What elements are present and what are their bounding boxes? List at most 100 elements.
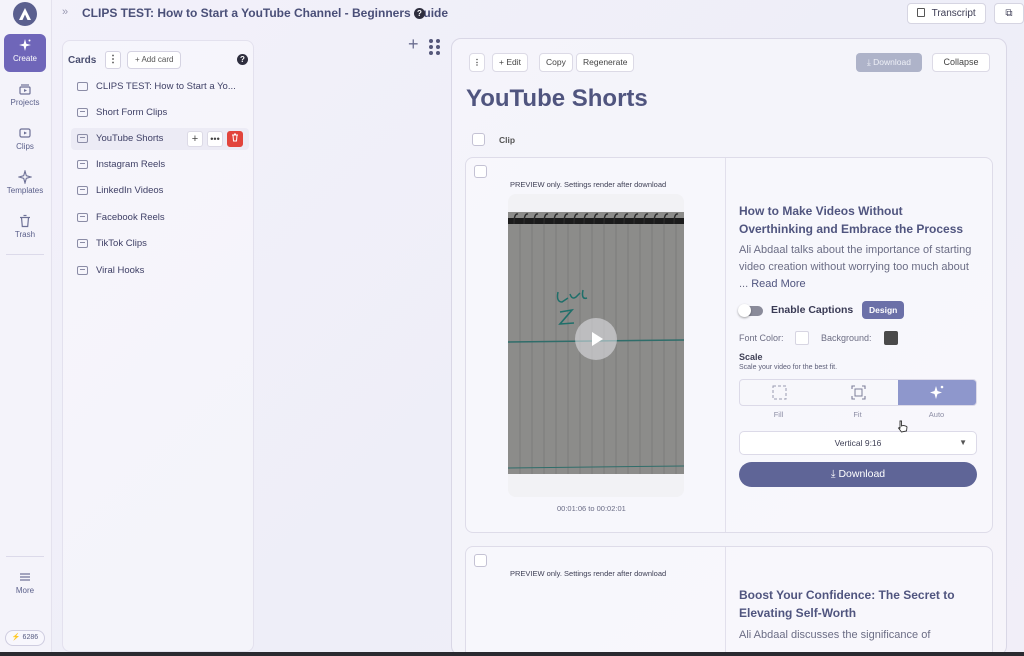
card-item[interactable]: CLIPS TEST: How to Start a Yo... [71, 76, 249, 98]
rail-projects-label: Projects [10, 98, 40, 107]
collapse-button[interactable]: Collapse [932, 53, 990, 72]
chevron-down-icon: ▼ [959, 438, 967, 447]
scale-auto-caption: Auto [928, 410, 945, 419]
app-logo-icon[interactable] [13, 2, 37, 26]
card-icon [77, 186, 88, 195]
card-icon [77, 134, 88, 143]
delete-card-button[interactable] [227, 131, 243, 147]
video-preview[interactable] [508, 194, 684, 497]
clip-checkbox[interactable] [474, 165, 487, 178]
left-rail: Create Projects Clips Templates Trash Mo… [0, 0, 52, 656]
clip-checkbox[interactable] [474, 554, 487, 567]
clip-title: How to Make Videos Without Overthinking … [739, 204, 964, 236]
card-item[interactable]: Instagram Reels [71, 154, 249, 176]
cards-menu-button[interactable]: ⋮ [105, 51, 121, 69]
rail-clips[interactable]: Clips [4, 122, 46, 160]
fill-icon [772, 385, 787, 400]
rail-trash[interactable]: Trash [4, 210, 46, 248]
download-clip-label: Download [838, 468, 886, 480]
scale-options [739, 379, 977, 406]
expand-chevron-icon[interactable]: » [62, 6, 68, 18]
clip-timecode: 00:01:06 to 00:02:01 [557, 504, 626, 513]
card-item-label: Short Form Clips [96, 107, 168, 118]
drag-handle-icon[interactable] [428, 38, 442, 59]
menu-icon [4, 566, 46, 586]
scale-fill-option[interactable] [740, 380, 819, 405]
main-panel: ⋮ + Edit Copy Regenerate ⤓ Download Coll… [451, 38, 1007, 656]
add-clip-button[interactable]: + [187, 131, 203, 147]
rail-more[interactable]: More [4, 566, 46, 604]
scale-auto-option[interactable] [898, 380, 976, 405]
design-button[interactable]: Design [862, 301, 905, 319]
edit-button[interactable]: + Edit [492, 53, 528, 72]
auto-sparkle-icon [930, 385, 944, 399]
font-color-swatch[interactable] [795, 331, 809, 345]
share-icon: ⧉ [1005, 8, 1013, 19]
card-item-label: Instagram Reels [96, 159, 166, 170]
preview-note: PREVIEW only. Settings render after down… [510, 569, 667, 578]
scale-label: Scale [739, 352, 763, 362]
help-icon[interactable]: ? [414, 8, 425, 19]
regenerate-button[interactable]: Regenerate [576, 53, 635, 72]
sparkle-icon [4, 34, 46, 54]
scale-fill-caption: Fill [773, 410, 784, 419]
card-item[interactable]: Viral Hooks [71, 260, 249, 282]
captions-toggle[interactable] [738, 304, 763, 317]
select-all-checkbox[interactable] [472, 133, 485, 146]
background-color-swatch[interactable] [884, 331, 898, 345]
card-icon [77, 160, 88, 169]
cards-heading: Cards [68, 55, 97, 66]
rail-create[interactable]: Create [4, 34, 46, 72]
rail-projects[interactable]: Projects [4, 78, 46, 116]
panel-menu-button[interactable]: ⋮ [469, 53, 485, 72]
card-item-label: LinkedIn Videos [96, 185, 164, 196]
download-all-button[interactable]: ⤓ Download [856, 53, 922, 72]
edit-label: Edit [506, 57, 521, 67]
preview-note: PREVIEW only. Settings render after down… [510, 180, 667, 189]
transcript-button[interactable]: Transcript [907, 3, 986, 24]
card-item[interactable]: Short Form Clips [71, 102, 249, 124]
card-item[interactable]: Facebook Reels [71, 207, 249, 229]
aspect-ratio-select[interactable]: Vertical 9:16 ▼ [739, 431, 977, 455]
clip-description: Ali Abdaal talks about the importance of… [739, 242, 979, 293]
card-item-label: TikTok Clips [96, 238, 147, 249]
add-panel-icon[interactable]: + [408, 34, 419, 55]
clips-icon [4, 122, 46, 142]
add-card-label: Add card [141, 55, 174, 64]
project-card-icon [77, 82, 88, 91]
card-item-label: CLIPS TEST: How to Start a Yo... [96, 81, 236, 92]
screen-bottom-edge [0, 652, 1024, 656]
card-icon [77, 108, 88, 117]
rail-divider [6, 254, 44, 255]
more-options-button[interactable]: ••• [207, 131, 223, 147]
enable-captions-label: Enable Captions [771, 304, 854, 316]
add-icon: + [135, 55, 140, 64]
credits-count: 6286 [22, 634, 39, 641]
cards-help-icon[interactable]: ? [237, 54, 248, 65]
lightning-icon: ⚡ [11, 634, 21, 641]
share-button[interactable]: ⧉ [994, 3, 1024, 24]
download-clip-button[interactable]: ⤓ Download [739, 462, 977, 487]
card-item[interactable]: TikTok Clips [71, 233, 249, 255]
copy-button[interactable]: Copy [539, 53, 573, 72]
rail-more-label: More [15, 586, 35, 595]
rail-create-label: Create [12, 54, 37, 63]
scale-fit-option[interactable] [819, 380, 898, 405]
project-title: CLIPS TEST: How to Start a YouTube Chann… [82, 6, 449, 20]
card-item-selected[interactable]: YouTube Shorts + ••• [71, 128, 249, 150]
plus-sparkle-icon: + [499, 57, 504, 67]
download-all-label: Download [873, 57, 911, 67]
trash-icon [4, 210, 46, 230]
document-icon [917, 8, 925, 17]
background-label: Background: [821, 333, 872, 343]
credits-badge[interactable]: ⚡ 6286 [5, 630, 45, 646]
card-icon [77, 266, 88, 275]
clip-description: Ali Abdaal discusses the significance of [739, 629, 931, 641]
scale-hint: Scale your video for the best fit. [739, 364, 838, 371]
card-item[interactable]: LinkedIn Videos [71, 180, 249, 202]
rail-templates[interactable]: Templates [4, 166, 46, 204]
card-item-label: Facebook Reels [96, 212, 165, 223]
add-card-button[interactable]: + Add card [127, 51, 182, 69]
read-more-link[interactable]: Read More [751, 278, 805, 290]
play-button[interactable] [575, 318, 617, 360]
